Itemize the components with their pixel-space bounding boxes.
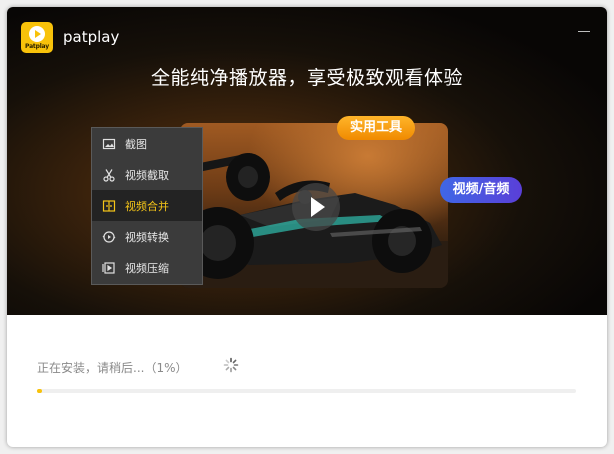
install-status-text: 正在安装，请稍后...（1%） <box>37 361 188 375</box>
install-progress-bar <box>37 389 576 393</box>
menu-item-video-compress[interactable]: 视频压缩 <box>92 252 202 283</box>
headline: 全能纯净播放器，享受极致观看体验 <box>150 67 463 89</box>
scissors-icon <box>102 168 116 182</box>
tools-menu: 截图 视频截取 视频合并 视频转换 视频压缩 <box>91 127 203 285</box>
screenshot-icon <box>102 137 116 151</box>
menu-item-label: 截图 <box>125 137 147 151</box>
menu-item-video-merge[interactable]: 视频合并 <box>92 190 202 221</box>
menu-item-label: 视频压缩 <box>125 261 169 275</box>
play-circle-icon <box>29 26 45 42</box>
compress-icon <box>102 261 116 275</box>
loading-spinner-icon <box>223 357 239 373</box>
tools-badge: 实用工具 <box>337 116 415 140</box>
hero-banner: Patplay patplay 全能纯净播放器，享受极致观看体验 实用工具 视频… <box>7 7 607 315</box>
menu-item-video-clip[interactable]: 视频截取 <box>92 159 202 190</box>
menu-item-label: 视频合并 <box>125 199 169 213</box>
play-button[interactable] <box>292 183 340 231</box>
menu-item-video-convert[interactable]: 视频转换 <box>92 221 202 252</box>
install-progress-fill <box>37 389 43 393</box>
merge-icon <box>102 199 116 213</box>
app-name: patplay <box>63 28 120 46</box>
menu-item-screenshot[interactable]: 截图 <box>92 128 202 159</box>
menu-item-label: 视频转换 <box>125 230 169 244</box>
patplay-logo: Patplay <box>21 22 53 53</box>
minimize-button[interactable] <box>577 19 591 33</box>
convert-icon <box>102 230 116 244</box>
video-audio-badge: 视频/音频 <box>440 177 522 203</box>
menu-item-label: 视频截取 <box>125 168 169 182</box>
installer-window: Patplay patplay 全能纯净播放器，享受极致观看体验 实用工具 视频… <box>7 7 607 447</box>
logo-text: Patplay <box>25 43 49 50</box>
